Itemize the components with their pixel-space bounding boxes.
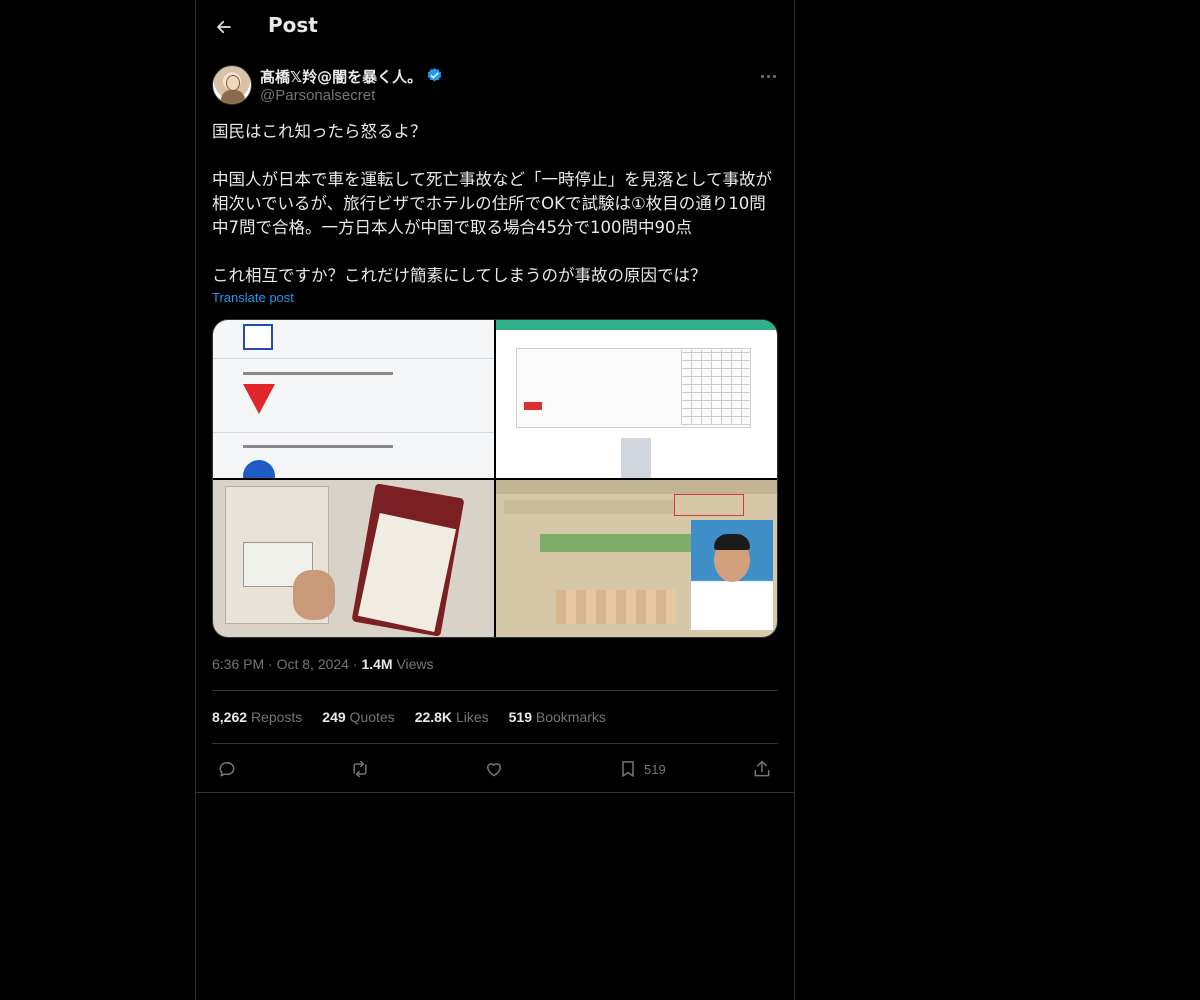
back-button[interactable]: [208, 11, 240, 43]
post-time[interactable]: 6:36 PM: [212, 656, 264, 672]
likes-stat[interactable]: 22.8K Likes: [415, 709, 489, 725]
post-date[interactable]: Oct 8, 2024: [277, 656, 349, 672]
arrow-left-icon: [217, 20, 231, 34]
divider: [196, 792, 794, 793]
divider: [212, 690, 778, 691]
media-grid: [212, 319, 778, 638]
reposts-stat[interactable]: 8,262 Reposts: [212, 709, 302, 725]
tweet-paragraph: これ相互ですか？これだけ簡素にしてしまうのが事故の原因では？: [212, 266, 707, 285]
avatar[interactable]: [212, 65, 252, 105]
media-image-1[interactable]: [213, 320, 494, 478]
pedestrian-crossing-sign-icon: [243, 324, 273, 350]
translate-post-link[interactable]: Translate post: [212, 290, 294, 305]
reply-icon: [219, 762, 235, 777]
media-image-2[interactable]: [496, 320, 777, 478]
action-bar: 519: [212, 757, 778, 781]
stop-sign-icon: [243, 384, 275, 414]
reply-button[interactable]: [217, 757, 237, 781]
views-label: Views: [396, 656, 434, 672]
repost-button[interactable]: [350, 757, 370, 781]
post-column: Post 髙橋𝕏羚@闇を暴く人。 @Parsonalsecret 国民はこれ知っ…: [195, 0, 795, 1000]
like-button[interactable]: [484, 757, 504, 781]
bookmark-button[interactable]: 519: [618, 757, 666, 781]
bookmark-icon: [622, 761, 634, 777]
media-image-3[interactable]: [213, 480, 494, 637]
bookmarks-stat[interactable]: 519 Bookmarks: [509, 709, 606, 725]
more-dots-icon: [760, 74, 764, 78]
quotes-stat[interactable]: 249 Quotes: [322, 709, 394, 725]
heart-icon: [487, 763, 501, 777]
road-sign-icon: [243, 460, 275, 478]
engagement-stats: 8,262 Reposts 249 Quotes 22.8K Likes 519…: [212, 709, 606, 725]
tweet-paragraph: 中国人が日本で車を運転して死亡事故など「一時停止」を見落として事故が相次いでいる…: [212, 170, 773, 237]
divider: [212, 743, 778, 744]
bookmark-count: 519: [644, 761, 666, 777]
tweet-paragraph: 国民はこれ知ったら怒るよ？: [212, 122, 427, 141]
id-photo: [691, 520, 773, 630]
verified-badge-icon: [427, 68, 442, 82]
share-icon: [754, 760, 770, 777]
views-count: 1.4M: [361, 656, 393, 672]
media-image-4[interactable]: [496, 480, 777, 637]
more-options-button[interactable]: [754, 66, 782, 86]
page-title: Post: [268, 13, 318, 37]
repost-icon: [353, 760, 367, 778]
post-header: Post: [196, 0, 794, 54]
tweet-text: 国民はこれ知ったら怒るよ？ 中国人が日本で車を運転して死亡事故など「一時停止」を…: [212, 120, 778, 288]
author-handle[interactable]: @Parsonalsecret: [260, 87, 375, 104]
author-name[interactable]: 髙橋𝕏羚@闇を暴く人。: [260, 66, 422, 87]
share-button[interactable]: [752, 757, 772, 781]
post-meta: 6:36 PM · Oct 8, 2024 · 1.4M Views: [212, 656, 434, 672]
